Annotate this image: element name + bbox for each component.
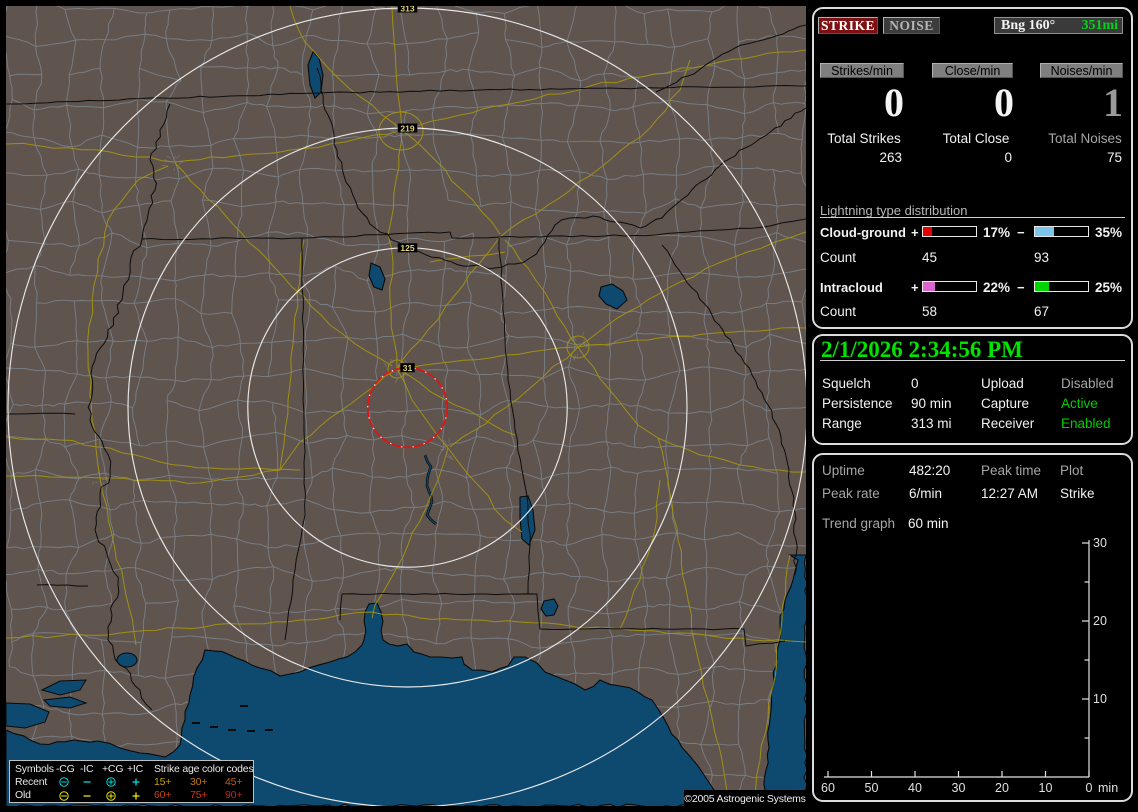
svg-text:60: 60 xyxy=(821,781,835,795)
svg-text:min: min xyxy=(1098,781,1118,795)
svg-text:30: 30 xyxy=(1093,536,1107,550)
svg-text:50: 50 xyxy=(865,781,879,795)
svg-text:219: 219 xyxy=(400,123,414,133)
svg-text:10: 10 xyxy=(1093,692,1107,706)
svg-text:20: 20 xyxy=(995,781,1009,795)
svg-text:30: 30 xyxy=(952,781,966,795)
svg-text:313: 313 xyxy=(400,6,414,13)
svg-text:20: 20 xyxy=(1093,614,1107,628)
svg-text:10: 10 xyxy=(1039,781,1053,795)
svg-text:31: 31 xyxy=(403,363,413,373)
svg-text:125: 125 xyxy=(400,243,414,253)
svg-text:0: 0 xyxy=(1086,781,1093,795)
svg-text:40: 40 xyxy=(908,781,922,795)
